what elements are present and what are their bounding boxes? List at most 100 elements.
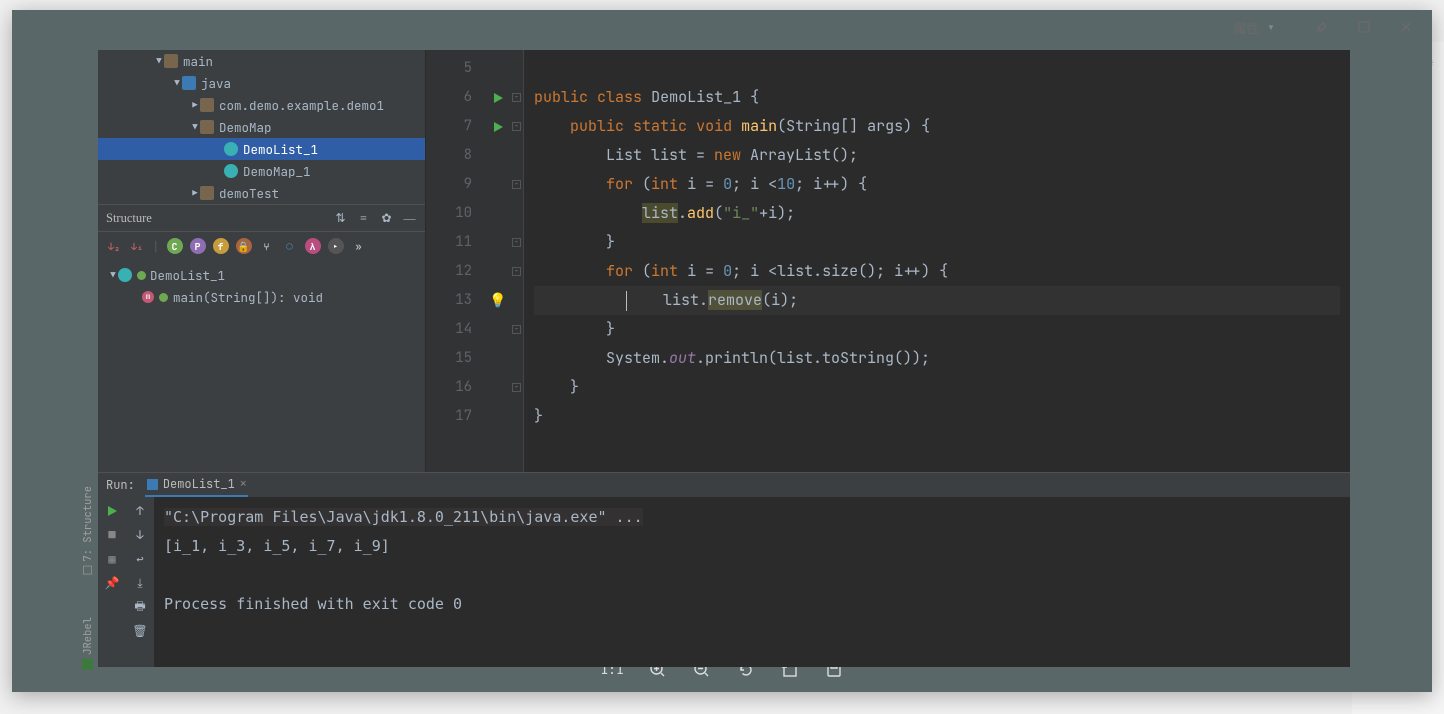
tree-label: com.demo.example.demo1 <box>219 97 384 114</box>
line-num: 9 <box>426 170 486 199</box>
line-num: 12 <box>426 257 486 286</box>
branch-icon[interactable]: ⑂ <box>259 238 275 254</box>
st-icon-2[interactable]: ↓ᵢ <box>129 238 145 254</box>
side-tab-jrebel[interactable]: JRebel <box>81 617 95 670</box>
fold-icon[interactable]: - <box>512 267 521 276</box>
fold-icon[interactable]: - <box>512 325 521 334</box>
line-num: 16 <box>426 373 486 402</box>
p-icon[interactable]: P <box>190 238 206 254</box>
structure-title: Structure <box>106 211 152 226</box>
tree-item-main[interactable]: ▼ main <box>98 50 425 72</box>
line-num: 10 <box>426 199 486 228</box>
folder-icon <box>200 120 214 134</box>
line-num: 5 <box>426 54 486 83</box>
console-result: [i_1, i_3, i_5, i_7, i_9] <box>164 532 1340 561</box>
viewer-titlebar: 属性 ▼ <box>12 10 1432 44</box>
lock-icon[interactable]: 🔒 <box>236 238 252 254</box>
lambda-icon[interactable]: λ <box>305 238 321 254</box>
line-num: 17 <box>426 402 486 431</box>
pin-icon[interactable]: 📌 <box>104 575 120 591</box>
filter-icon[interactable]: ≡ <box>356 211 371 226</box>
export-icon[interactable]: ⤓ <box>132 575 148 591</box>
structure-class[interactable]: ▼ DemoList_1 <box>98 264 425 286</box>
folder-icon <box>182 76 196 90</box>
line-num: 15 <box>426 344 486 373</box>
structure-header: Structure ⇅ ≡ ✿ — <box>98 205 425 231</box>
tree-label: DemoList_1 <box>243 141 318 158</box>
side-tab-structure-label: 7: Structure <box>81 486 95 562</box>
viewer-window: 属性 ▼ 7: Structure JRebel <box>12 10 1432 692</box>
tree-label: DemoMap_1 <box>243 163 311 180</box>
tree-item-package[interactable]: ▶ com.demo.example.demo1 <box>98 94 425 116</box>
console-tab[interactable]: DemoList_1 ✕ <box>145 473 249 497</box>
run-method-icon[interactable] <box>494 122 503 132</box>
structure-method-label: main(String[]): void <box>173 289 323 306</box>
structure-tree: ▼ DemoList_1 m main(String[]): void <box>98 260 425 308</box>
tree-label: main <box>183 53 213 70</box>
tree-item-demotest[interactable]: ▶ demoTest <box>98 182 425 204</box>
tree-item-demolist1[interactable]: DemoList_1 <box>98 138 425 160</box>
pin-icon[interactable] <box>1302 13 1342 41</box>
up-arrow-icon[interactable]: ↑ <box>132 503 148 519</box>
folder-icon <box>164 54 178 68</box>
structure-method[interactable]: m main(String[]): void <box>98 286 425 308</box>
tree-label: demoTest <box>219 185 279 202</box>
circle-icon[interactable]: ◯ <box>282 238 298 254</box>
side-tab-jrebel-label: JRebel <box>81 617 95 655</box>
line-num: 11 <box>426 228 486 257</box>
console-left-toolbar-2: ↑ ↓ ↩ ⤓ 🖶 🗑 <box>126 497 154 667</box>
fold-icon[interactable]: - <box>512 180 521 189</box>
class-icon <box>118 268 132 282</box>
run-class-icon[interactable] <box>494 93 503 103</box>
run-icon[interactable]: ▸ <box>328 238 344 254</box>
close-icon[interactable] <box>1386 13 1426 41</box>
stop-icon[interactable]: ■ <box>104 527 120 543</box>
layout-icon[interactable]: ▦ <box>104 551 120 567</box>
more-icon[interactable]: » <box>351 238 367 254</box>
tree-item-demomap[interactable]: ▼ DemoMap <box>98 116 425 138</box>
gear-icon[interactable]: ✿ <box>379 211 394 226</box>
fold-icon[interactable]: - <box>512 383 521 392</box>
chevron-right-icon: ▶ <box>190 99 200 111</box>
tree-label: java <box>201 75 231 92</box>
chevron-down-icon: ▼ <box>108 269 118 281</box>
run-label: Run: <box>106 477 135 493</box>
close-tab-icon[interactable]: ✕ <box>240 477 247 491</box>
trash-icon[interactable]: 🗑 <box>132 623 148 639</box>
line-num: 6 <box>426 83 486 112</box>
f-icon[interactable]: f <box>213 238 229 254</box>
structure-toolbar: ↓₂ ↓ᵢ | C P f 🔒 ⑂ ◯ λ ▸ » <box>98 232 425 260</box>
minimize-icon[interactable]: — <box>402 211 417 226</box>
rerun-icon[interactable] <box>104 503 120 519</box>
console-exit: Process finished with exit code 0 <box>164 590 1340 619</box>
jrebel-icon <box>83 658 94 669</box>
green-dot-icon <box>137 271 146 280</box>
down-arrow-icon[interactable]: ↓ <box>132 527 148 543</box>
chevron-right-icon: ▶ <box>190 187 200 199</box>
ide-window: 7: Structure JRebel ▼ main ▼ <box>98 50 1350 667</box>
console-cmd: "C:\Program Files\Java\jdk1.8.0_211\bin\… <box>164 508 643 526</box>
console-output[interactable]: "C:\Program Files\Java\jdk1.8.0_211\bin\… <box>154 497 1350 667</box>
properties-label[interactable]: 属性 <box>1234 18 1259 37</box>
public-dot-icon <box>159 293 168 302</box>
chevron-down-icon: ▼ <box>154 55 164 67</box>
tree-item-demomap1[interactable]: DemoMap_1 <box>98 160 425 182</box>
side-tab-structure[interactable]: 7: Structure <box>81 486 95 575</box>
wrap-icon[interactable]: ↩ <box>132 551 148 567</box>
tree-item-java[interactable]: ▼ java <box>98 72 425 94</box>
lightbulb-icon[interactable]: 💡 <box>489 292 506 310</box>
maximize-icon[interactable] <box>1344 13 1384 41</box>
package-icon <box>200 98 214 112</box>
fold-icon[interactable]: - <box>512 238 521 247</box>
c-icon[interactable]: C <box>167 238 183 254</box>
chevron-down-icon: ▼ <box>172 77 182 89</box>
fold-icon[interactable]: - <box>512 122 521 131</box>
st-icon-1[interactable]: ↓₂ <box>106 238 122 254</box>
print-icon[interactable]: 🖶 <box>132 599 148 615</box>
sort-icon[interactable]: ⇅ <box>333 211 348 226</box>
tree-label: DemoMap <box>219 119 272 136</box>
structure-class-label: DemoList_1 <box>150 267 225 284</box>
fold-icon[interactable]: - <box>512 93 521 102</box>
console-tabbar: Run: DemoList_1 ✕ <box>98 473 1350 497</box>
run-console: Run: DemoList_1 ✕ ■ ▦ 📌 ↑ <box>98 472 1350 667</box>
